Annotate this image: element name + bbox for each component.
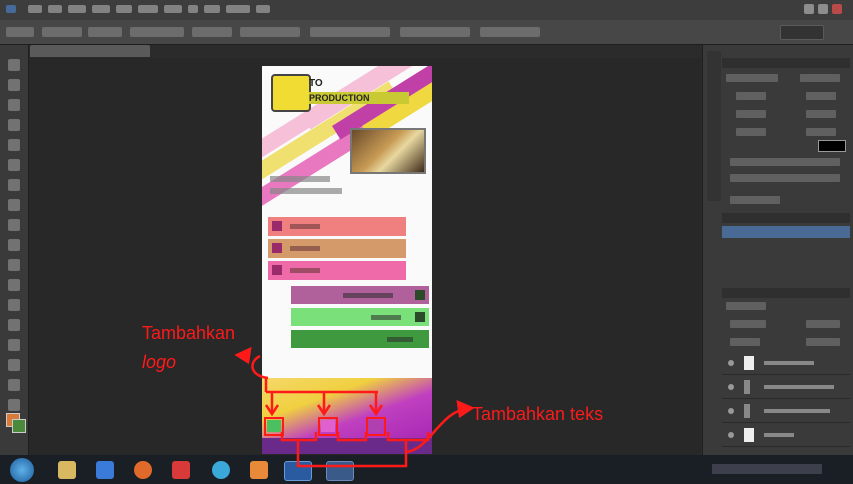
arrowhead (456, 399, 475, 419)
logo-slot-highlight-3 (366, 417, 386, 436)
annotation-arrows (234, 346, 475, 468)
logo-slot-highlight-1 (264, 417, 284, 436)
arrowhead (234, 346, 252, 365)
bracket-lines (264, 378, 378, 412)
lower-bracket (296, 440, 408, 468)
text-brackets (280, 432, 430, 442)
curved-arrow (251, 354, 269, 380)
logo-slot-highlight-2 (318, 417, 338, 436)
